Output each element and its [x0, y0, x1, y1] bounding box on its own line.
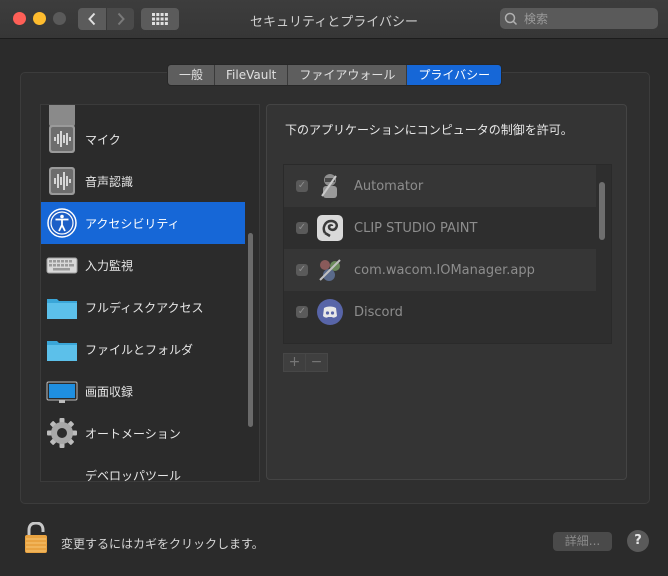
sidebar-item-label: 入力監視 — [85, 258, 134, 273]
app-list-scrollbar[interactable] — [599, 182, 605, 240]
sidebar-item-accessibility[interactable]: アクセシビリティ — [41, 202, 245, 244]
app-row-discord[interactable]: ✓ Discord — [284, 291, 596, 333]
privacy-category-list[interactable]: マイク 音声認識 アクセシビリティ 入力監視 フルディスクアクセス ファイルとフ… — [40, 104, 260, 482]
sidebar-item-label: マイク — [85, 132, 121, 147]
tab-privacy[interactable]: プライバシー — [407, 65, 502, 85]
sidebar-item-automation[interactable]: オートメーション — [41, 412, 245, 454]
app-name: CLIP STUDIO PAINT — [354, 220, 478, 236]
app-name: Automator — [354, 178, 424, 194]
sidebar-item-microphone[interactable]: マイク — [41, 118, 245, 160]
sidebar-item-label: ファイルとフォルダ — [85, 342, 194, 357]
advanced-button[interactable]: 詳細... — [553, 532, 612, 551]
automator-icon — [316, 172, 344, 200]
add-app-button[interactable]: + — [283, 353, 306, 372]
app-row-wacom-iomanager[interactable]: ✓ com.wacom.IOManager.app — [284, 249, 596, 291]
sidebar-item-screen-recording[interactable]: 画面収録 — [41, 370, 245, 412]
app-row-automator[interactable]: ✓ Automator — [284, 165, 596, 207]
search-icon — [504, 12, 518, 25]
sidebar-item-label: フルディスクアクセス — [85, 300, 204, 315]
lock-icon[interactable] — [24, 521, 48, 554]
search-field[interactable] — [500, 8, 658, 29]
sidebar-scrollbar[interactable] — [248, 233, 253, 427]
app-list[interactable]: ✓ Automator ✓ CLIP STUDIO PAINT ✓ com.wa… — [283, 164, 612, 344]
developer-tools-icon — [46, 460, 78, 481]
microphone-icon — [46, 124, 78, 154]
app-permissions-panel: 下のアプリケーションにコンピュータの制御を許可。 ✓ Automator ✓ C… — [266, 104, 627, 480]
gear-icon — [46, 418, 78, 448]
sidebar-item-label: 画面収録 — [85, 384, 134, 399]
search-input[interactable] — [522, 10, 656, 27]
wacom-icon — [316, 256, 344, 284]
sidebar-item-label: オートメーション — [85, 426, 181, 441]
sidebar-item-files-and-folders[interactable]: ファイルとフォルダ — [41, 328, 245, 370]
lock-instruction: 変更するにはカギをクリックします。 — [61, 537, 264, 551]
clip-studio-icon — [316, 214, 344, 242]
app-checkbox[interactable]: ✓ — [296, 180, 308, 192]
tab-bar: 一般 FileVault ファイアウォール プライバシー — [167, 64, 503, 86]
sidebar-item-input-monitoring[interactable]: 入力監視 — [41, 244, 245, 286]
remove-app-button[interactable]: − — [306, 353, 328, 372]
app-name: com.wacom.IOManager.app — [354, 262, 535, 278]
app-name: Discord — [354, 304, 403, 320]
help-button[interactable]: ? — [627, 530, 649, 552]
speech-recognition-icon — [46, 166, 78, 196]
sidebar-item-developer-tools[interactable]: デベロッパツール — [41, 454, 245, 482]
tab-filevault[interactable]: FileVault — [215, 65, 289, 85]
title-bar: セキュリティとプライバシー — [0, 0, 668, 39]
app-checkbox[interactable]: ✓ — [296, 306, 308, 318]
discord-icon — [316, 298, 344, 326]
app-checkbox[interactable]: ✓ — [296, 222, 308, 234]
panel-description: 下のアプリケーションにコンピュータの制御を許可。 — [285, 123, 573, 137]
tab-firewall[interactable]: ファイアウォール — [288, 65, 408, 85]
add-remove-controls: + − — [283, 353, 328, 372]
display-icon — [46, 376, 78, 406]
accessibility-icon — [46, 208, 78, 238]
sidebar-item-label: デベロッパツール — [85, 468, 182, 482]
folder-icon — [46, 292, 78, 322]
sidebar-item-speech-recognition[interactable]: 音声認識 — [41, 160, 245, 202]
keyboard-icon — [46, 250, 78, 280]
tab-general[interactable]: 一般 — [168, 65, 216, 85]
sidebar-item-full-disk-access[interactable]: フルディスクアクセス — [41, 286, 245, 328]
app-row-clip-studio-paint[interactable]: ✓ CLIP STUDIO PAINT — [284, 207, 596, 249]
folder-icon — [46, 334, 78, 364]
sidebar-item-label: 音声認識 — [85, 174, 134, 189]
sidebar-item-label: アクセシビリティ — [85, 216, 180, 231]
app-checkbox[interactable]: ✓ — [296, 264, 308, 276]
